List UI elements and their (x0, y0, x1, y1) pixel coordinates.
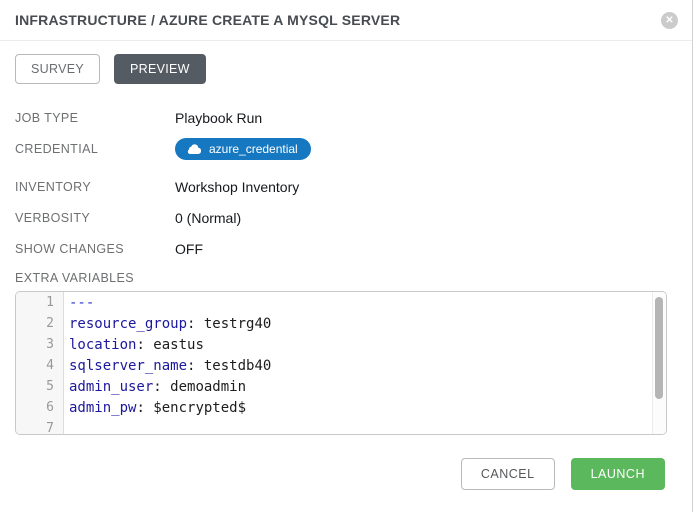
row-show-changes: SHOW CHANGES OFF (15, 236, 677, 261)
code-line: admin_pw: $encrypted$ (69, 400, 652, 421)
tab-preview[interactable]: PREVIEW (114, 54, 206, 84)
close-icon[interactable]: ✕ (661, 12, 678, 29)
line-number: 3 (16, 337, 63, 358)
modal-header: INFRASTRUCTURE / AZURE CREATE A MYSQL SE… (0, 0, 692, 41)
editor-code-area[interactable]: --- resource_group: testrg40 location: e… (64, 292, 652, 434)
job-type-value: Playbook Run (175, 110, 262, 126)
code-line: admin_user: demoadmin (69, 379, 652, 400)
row-inventory: INVENTORY Workshop Inventory (15, 174, 677, 199)
extra-variables-editor[interactable]: 1 2 3 4 5 6 7 --- resource_group: testrg… (15, 291, 667, 435)
yaml-value: : $encrypted$ (136, 400, 246, 416)
line-number: 7 (16, 421, 63, 435)
cancel-button[interactable]: CANCEL (461, 458, 555, 490)
editor-line-numbers: 1 2 3 4 5 6 7 (16, 292, 64, 434)
code-line: --- (69, 295, 652, 316)
line-number: 4 (16, 358, 63, 379)
code-line: location: eastus (69, 337, 652, 358)
row-credential: CREDENTIAL azure_credential (15, 136, 677, 161)
launch-button[interactable]: LAUNCH (571, 458, 665, 490)
yaml-key: admin_user (69, 379, 153, 395)
yaml-doc-separator: --- (69, 295, 94, 311)
yaml-key: location (69, 337, 136, 353)
code-line (69, 421, 652, 434)
job-type-label: JOB TYPE (15, 111, 175, 125)
yaml-value: : demoadmin (153, 379, 246, 395)
tab-survey[interactable]: SURVEY (15, 54, 100, 84)
job-preview-modal: INFRASTRUCTURE / AZURE CREATE A MYSQL SE… (0, 0, 693, 512)
cloud-icon (186, 143, 201, 154)
show-changes-value: OFF (175, 241, 203, 257)
job-details: JOB TYPE Playbook Run CREDENTIAL azure_c… (15, 105, 677, 261)
yaml-value: : eastus (136, 337, 203, 353)
line-number: 6 (16, 400, 63, 421)
row-job-type: JOB TYPE Playbook Run (15, 105, 677, 130)
scrollbar-thumb[interactable] (655, 297, 663, 399)
code-line: sqlserver_name: testdb40 (69, 358, 652, 379)
verbosity-label: VERBOSITY (15, 211, 175, 225)
line-number: 1 (16, 295, 63, 316)
inventory-value: Workshop Inventory (175, 179, 299, 195)
tab-bar: SURVEY PREVIEW (15, 54, 677, 84)
close-x-glyph: ✕ (665, 15, 673, 26)
credential-label: CREDENTIAL (15, 142, 175, 156)
modal-footer: CANCEL LAUNCH (0, 458, 665, 490)
line-number: 5 (16, 379, 63, 400)
show-changes-label: SHOW CHANGES (15, 242, 175, 256)
editor-scrollbar[interactable] (652, 292, 666, 434)
credential-badge-label: azure_credential (209, 142, 298, 156)
code-line: resource_group: testrg40 (69, 316, 652, 337)
yaml-key: resource_group (69, 316, 187, 332)
line-number: 2 (16, 316, 63, 337)
credential-badge: azure_credential (175, 138, 311, 160)
row-verbosity: VERBOSITY 0 (Normal) (15, 205, 677, 230)
yaml-key: admin_pw (69, 400, 136, 416)
extra-variables-label: EXTRA VARIABLES (15, 271, 677, 285)
inventory-label: INVENTORY (15, 180, 175, 194)
yaml-value: : testdb40 (187, 358, 271, 374)
page-title: INFRASTRUCTURE / AZURE CREATE A MYSQL SE… (15, 12, 400, 28)
yaml-key: sqlserver_name (69, 358, 187, 374)
verbosity-value: 0 (Normal) (175, 210, 241, 226)
yaml-value: : testrg40 (187, 316, 271, 332)
